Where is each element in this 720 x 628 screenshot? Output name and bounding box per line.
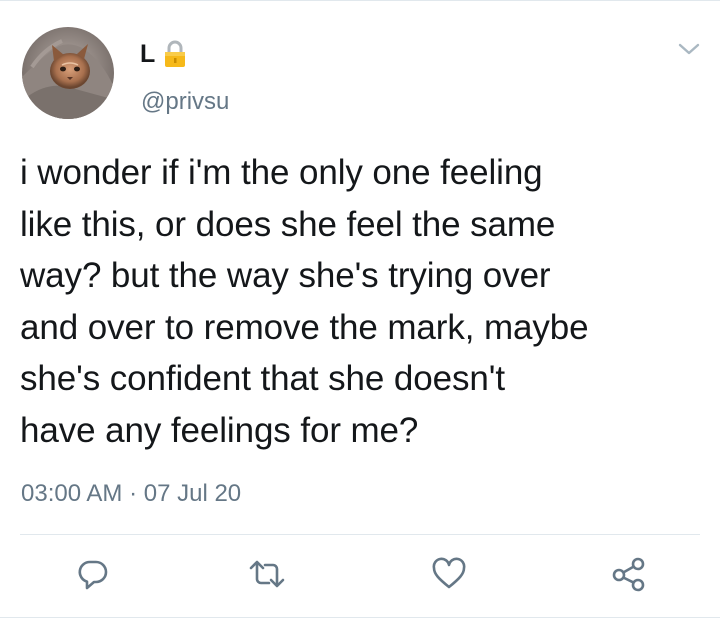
divider (20, 534, 700, 535)
share-icon (611, 556, 647, 597)
author-name-row[interactable]: L (140, 39, 186, 69)
reply-button[interactable] (74, 557, 112, 595)
timestamp[interactable]: 03:00 AM · 07 Jul 20 (21, 479, 241, 509)
display-name[interactable]: L (140, 39, 155, 69)
avatar-image (22, 27, 114, 119)
retweet-icon (248, 557, 286, 596)
author-handle[interactable]: @privsu (141, 87, 229, 117)
chevron-down-icon[interactable] (676, 39, 702, 59)
reply-icon (76, 557, 110, 596)
retweet-button[interactable] (248, 557, 286, 595)
heart-icon (431, 557, 467, 596)
share-button[interactable] (610, 557, 648, 595)
lock-icon (164, 40, 186, 68)
bottom-divider (0, 617, 720, 618)
tweet-text: i wonder if i'm the only one feeling lik… (20, 153, 589, 450)
avatar[interactable] (22, 27, 114, 119)
tweet-card: L @privsu i wonder if i'm the only one f… (0, 0, 720, 628)
like-button[interactable] (430, 557, 468, 595)
